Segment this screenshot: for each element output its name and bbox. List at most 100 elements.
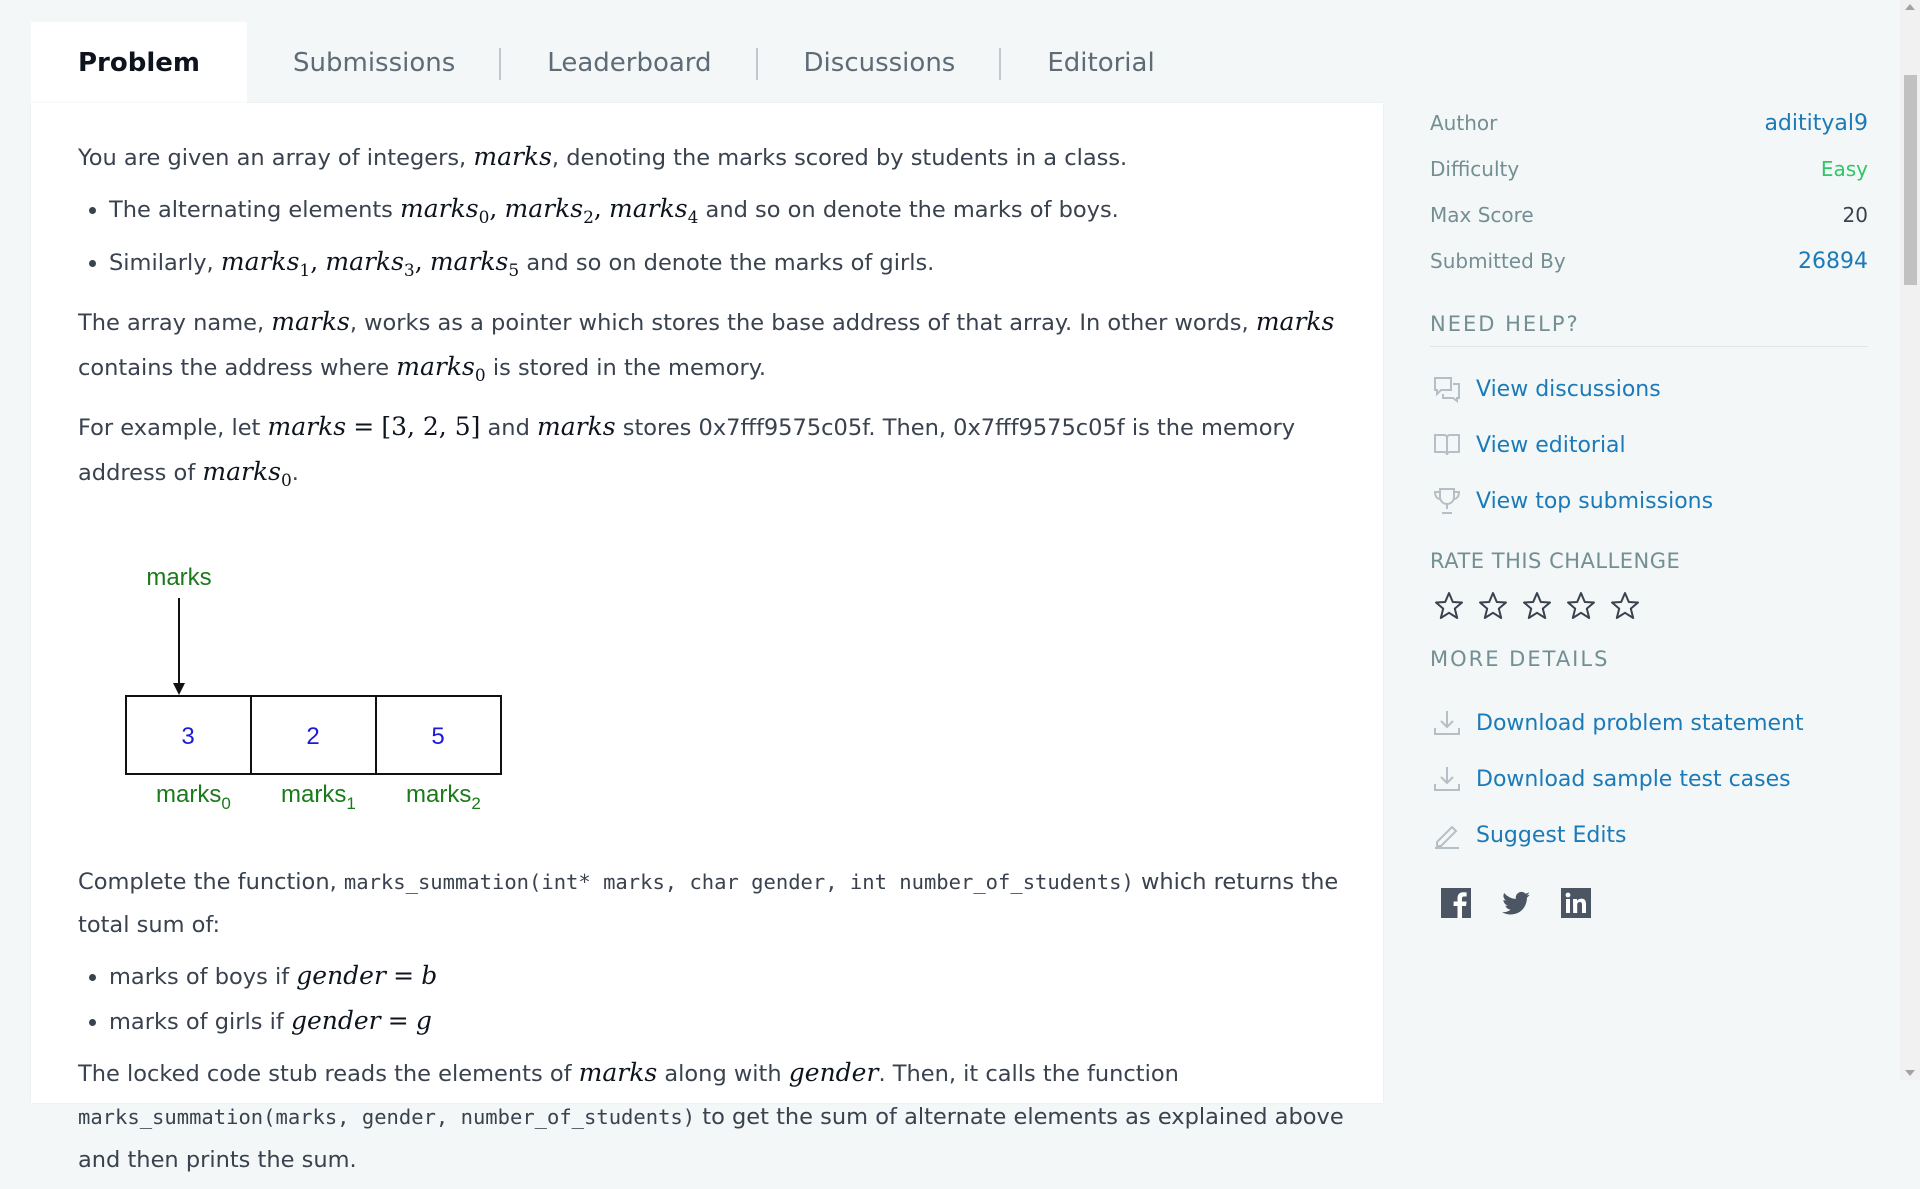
math-text: marks — [202, 457, 281, 486]
math-array: [3, 2, 5] — [381, 412, 481, 441]
tab-editorial[interactable]: Editorial — [1001, 22, 1200, 103]
submitted-by-link[interactable]: 26894 — [1798, 249, 1868, 274]
trophy-icon — [1430, 484, 1464, 518]
example-paragraph: For example, let marks = [3, 2, 5] and m… — [78, 412, 1296, 491]
text: and so on denote the marks of boys. — [705, 197, 1119, 223]
meta-label: Difficulty — [1430, 157, 1520, 181]
detail-links: Download problem statement Download samp… — [1430, 695, 1868, 863]
scrollbar-thumb[interactable] — [1904, 75, 1917, 285]
math-text: marks — [400, 194, 479, 223]
view-editorial-link[interactable]: View editorial — [1430, 417, 1868, 473]
star-rating — [1434, 591, 1868, 621]
cell-label-sub: 0 — [221, 794, 230, 813]
view-top-submissions-link[interactable]: View top submissions — [1430, 473, 1868, 529]
math-eq: = — [393, 961, 415, 990]
book-icon — [1430, 428, 1464, 462]
cell-label: marks1 — [281, 781, 356, 813]
link-label: Download sample test cases — [1476, 766, 1791, 792]
discussions-icon — [1430, 372, 1464, 406]
link-label: View top submissions — [1476, 488, 1714, 514]
scroll-up-icon[interactable] — [1905, 4, 1915, 10]
function-paragraph: Complete the function, marks_summation(i… — [78, 861, 1348, 947]
math-text: marks — [396, 352, 475, 381]
download-problem-statement-link[interactable]: Download problem statement — [1430, 695, 1868, 751]
text: For example, let — [78, 415, 261, 441]
math-text: marks — [325, 247, 404, 276]
social-share — [1440, 887, 1868, 919]
meta-label: Max Score — [1430, 203, 1534, 227]
cell-value: 2 — [306, 723, 319, 750]
array-diagram: marks 3 2 5 marks0 marks1 marks2 — [125, 564, 502, 813]
text: and so on denote the marks of girls. — [526, 250, 935, 276]
star-icon[interactable] — [1610, 591, 1640, 621]
download-icon — [1430, 706, 1464, 740]
twitter-icon[interactable] — [1500, 887, 1532, 919]
star-icon[interactable] — [1566, 591, 1596, 621]
text: and — [487, 415, 530, 441]
math-sub: 0 — [280, 471, 292, 491]
scroll-down-icon[interactable] — [1905, 1070, 1915, 1076]
cell-label: marks0 — [156, 781, 231, 813]
meta-author: Author aditityal9 — [1430, 100, 1868, 146]
cell-label-text: marks — [281, 781, 346, 808]
meta-label: Submitted By — [1430, 249, 1566, 273]
math-text: marks — [609, 194, 688, 223]
list-item: marks of boys if gender = b — [109, 954, 1348, 999]
intro-paragraph: You are given an array of integers, mark… — [78, 135, 1348, 180]
cell-label-text: marks — [156, 781, 221, 808]
pencil-icon — [1430, 818, 1464, 852]
sum-cases-list: marks of boys if gender = b marks of gir… — [78, 954, 1348, 1044]
math-var: marks — [578, 1058, 658, 1087]
math-var: marks0 — [202, 457, 291, 491]
math-var: marks1 — [221, 247, 310, 281]
function-signature: marks_summation(int* marks, char gender,… — [343, 870, 1134, 894]
rate-challenge-heading: RATE THIS CHALLENGE — [1430, 549, 1681, 573]
math-var: marks4 — [609, 194, 698, 228]
tab-leaderboard-label: Leaderboard — [547, 47, 712, 78]
download-sample-test-cases-link[interactable]: Download sample test cases — [1430, 751, 1868, 807]
linkedin-icon[interactable] — [1560, 887, 1592, 919]
text: The array name, — [78, 310, 265, 336]
tab-submissions[interactable]: Submissions — [247, 22, 502, 103]
difficulty-value: Easy — [1820, 157, 1868, 181]
star-icon[interactable] — [1478, 591, 1508, 621]
star-icon[interactable] — [1434, 591, 1464, 621]
meta-max-score: Max Score 20 — [1430, 192, 1868, 238]
author-link[interactable]: aditityal9 — [1764, 111, 1868, 136]
math-var: marks — [267, 412, 347, 441]
suggest-edits-link[interactable]: Suggest Edits — [1430, 807, 1868, 863]
math-sub: 0 — [478, 208, 490, 228]
math-sub: 5 — [508, 261, 520, 281]
tab-problem[interactable]: Problem — [31, 22, 247, 103]
math-var: gender — [788, 1058, 879, 1087]
tab-leaderboard[interactable]: Leaderboard — [501, 22, 758, 103]
math-var: marks5 — [430, 247, 519, 281]
math-var: marks — [1255, 307, 1335, 336]
text: , denoting the marks scored by students … — [551, 145, 1128, 171]
text: Complete the function, — [78, 869, 337, 895]
math-sub: 1 — [299, 261, 311, 281]
tab-discussions-label: Discussions — [803, 47, 956, 78]
math-var: marks — [537, 412, 616, 441]
facebook-icon[interactable] — [1440, 887, 1472, 919]
tab-discussions[interactable]: Discussions — [758, 22, 1002, 103]
link-label: Suggest Edits — [1476, 822, 1627, 848]
math-sub: 4 — [687, 208, 699, 228]
stub-paragraph: The locked code stub reads the elements … — [78, 1051, 1348, 1182]
page-scrollbar[interactable] — [1900, 0, 1920, 1080]
download-icon — [1430, 762, 1464, 796]
tab-problem-label: Problem — [78, 47, 200, 78]
link-label: View editorial — [1476, 432, 1626, 458]
view-discussions-link[interactable]: View discussions — [1430, 361, 1868, 417]
math-var: marks0 — [400, 194, 489, 228]
math-var: marks3 — [325, 247, 414, 281]
sidebar: Author aditityal9 Difficulty Easy Max Sc… — [1430, 100, 1868, 919]
text: is stored in the memory. — [492, 355, 766, 381]
star-icon[interactable] — [1522, 591, 1552, 621]
math-var: gender — [296, 961, 386, 990]
text: You are given an array of integers, — [78, 145, 467, 171]
link-label: View discussions — [1476, 376, 1661, 402]
meta-label: Author — [1430, 111, 1498, 135]
cell-value: 5 — [431, 723, 444, 750]
list-item: marks of girls if gender = g — [109, 999, 1348, 1044]
